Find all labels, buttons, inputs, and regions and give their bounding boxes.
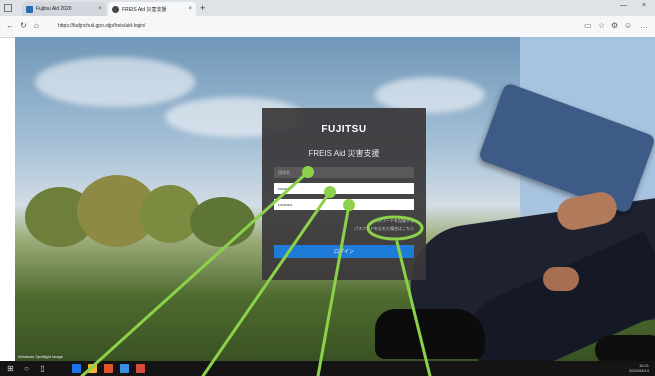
address-bar: ← ↻ ⌂ https://fudjnchuii.gpo.stjp/freis/… (0, 16, 655, 38)
clock-date: 2020/04/14 (628, 368, 649, 373)
password-field[interactable] (274, 199, 414, 210)
windows-taskbar: ⊞ ○ ▯ 10:21 2020/04/14 (0, 361, 655, 376)
url-field[interactable]: https://fudjnchuii.gpo.stjp/freis/aid-lo… (58, 20, 578, 32)
collections-icon[interactable]: ⚙ (611, 20, 618, 32)
back-icon[interactable]: ← (6, 20, 14, 32)
photo-watermark: Windows Spotlight image (18, 354, 63, 359)
task-view-icon[interactable]: ▯ (38, 364, 47, 373)
more-menu-icon[interactable]: … (640, 20, 648, 32)
pinned-app-icon[interactable] (136, 364, 145, 373)
login-dialog: FUJITSU FREIS Aid 災害支援 パスワードを記憶する パスワードを… (262, 108, 426, 280)
browser-tab-2[interactable]: FREIS Aid 災害支援 × (108, 2, 196, 16)
start-icon[interactable]: ⊞ (6, 364, 15, 373)
remember-password-link[interactable]: パスワードを記憶する (274, 218, 414, 224)
tab-label: Fujitsu Aid 2020 (36, 6, 72, 12)
tab-favicon-icon (26, 5, 33, 13)
tab-close-icon[interactable]: × (188, 6, 192, 12)
fujitsu-logo: FUJITSU (321, 124, 367, 135)
user-id-field[interactable] (274, 183, 414, 194)
organization-field[interactable] (274, 167, 414, 178)
file-explorer-icon[interactable] (88, 364, 97, 373)
reader-icon[interactable]: ▭ (584, 20, 592, 32)
home-icon[interactable]: ⌂ (34, 20, 39, 32)
minimize-icon[interactable]: — (620, 2, 627, 9)
new-tab-button[interactable]: + (200, 2, 205, 14)
browser-app-icon[interactable] (120, 364, 129, 373)
office-app-icon[interactable] (104, 364, 113, 373)
login-button[interactable]: ログイン (274, 245, 414, 258)
profile-icon[interactable]: ☺ (624, 20, 632, 32)
browser-tab-1[interactable]: Fujitsu Aid 2020 × (22, 2, 106, 16)
window-menu-icon[interactable] (4, 4, 12, 12)
browser-tab-bar: Fujitsu Aid 2020 × FREIS Aid 災害支援 × + — … (0, 0, 655, 16)
tab-favicon-icon (112, 5, 119, 13)
system-clock[interactable]: 10:21 2020/04/14 (629, 363, 649, 373)
favorite-star-icon[interactable]: ☆ (598, 20, 605, 32)
tab-label: FREIS Aid 災害支援 (122, 6, 167, 13)
app-title: FREIS Aid 災害支援 (308, 149, 380, 158)
edge-browser-icon[interactable] (72, 364, 81, 373)
search-icon[interactable]: ○ (22, 364, 31, 373)
close-window-icon[interactable]: × (642, 2, 646, 9)
refresh-icon[interactable]: ↻ (20, 20, 27, 32)
forgot-password-link[interactable]: パスワードを忘れた場合はこちら (274, 226, 414, 232)
tab-close-icon[interactable]: × (98, 6, 102, 12)
